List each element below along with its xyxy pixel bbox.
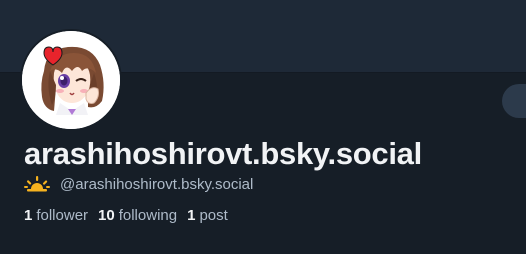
handle-row: @arashihoshirovt.bsky.social [24,173,253,195]
following-label: following [118,206,178,224]
profile-action-button[interactable] [502,84,526,118]
avatar[interactable] [20,29,122,131]
profile-handle[interactable]: @arashihoshirovt.bsky.social [60,176,253,193]
profile-display-name: arashihoshirovt.bsky.social [24,136,422,171]
posts-stat: 1 post [187,207,228,224]
posts-count: 1 [187,206,196,224]
following-link[interactable]: 10 following [98,207,177,224]
avatar-image [22,31,120,129]
posts-label: post [199,206,228,224]
followers-link[interactable]: 1 follower [24,207,88,224]
following-count: 10 [98,206,115,224]
followers-count: 1 [24,206,33,224]
profile-header: arashihoshirovt.bsky.social @arashihoshi… [0,0,526,254]
profile-stats: 1 follower 10 following 1 post [24,205,238,225]
sunrise-icon [24,173,50,195]
followers-label: follower [36,206,89,224]
